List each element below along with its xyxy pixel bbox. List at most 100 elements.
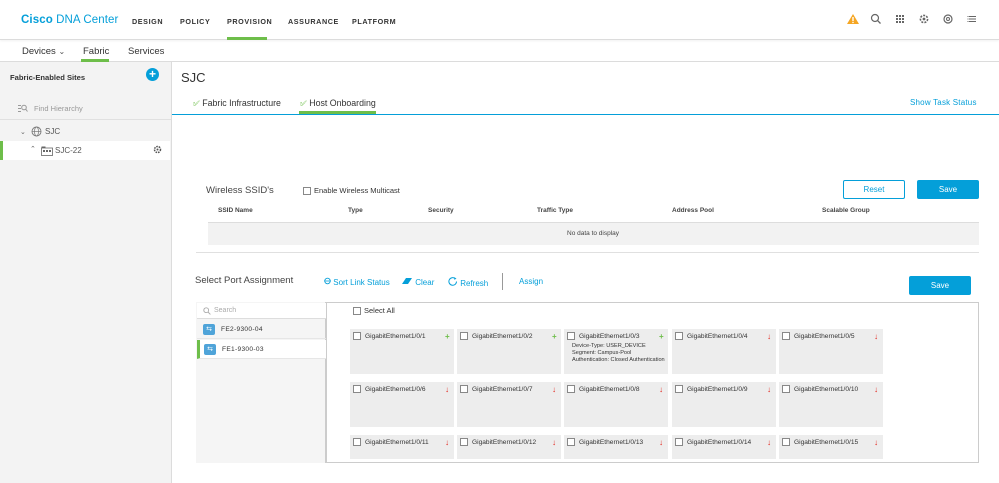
interface-name: GigabitEthernet1/0/13 bbox=[579, 439, 644, 446]
interface-checkbox[interactable] bbox=[353, 385, 361, 393]
link-down-icon: ↓ bbox=[874, 332, 878, 341]
interface-checkbox[interactable] bbox=[782, 438, 790, 446]
tree-item-sjc-22[interactable]: ⌃ SJC-22 bbox=[0, 141, 170, 160]
refresh-button[interactable]: Refresh bbox=[448, 277, 488, 288]
menu-list-icon[interactable] bbox=[966, 13, 978, 25]
building-icon bbox=[41, 146, 53, 158]
port-save-button[interactable]: Save bbox=[909, 276, 971, 295]
hierarchy-search-icon bbox=[18, 104, 28, 114]
interface-card[interactable]: GigabitEthernet1/0/9 ↓ bbox=[672, 382, 776, 427]
interface-card[interactable]: GigabitEthernet1/0/13 ↓ bbox=[564, 435, 668, 459]
link-down-icon: ↓ bbox=[874, 385, 878, 394]
empty-table-message: No data to display bbox=[567, 230, 620, 237]
sidebar-title: Fabric-Enabled Sites bbox=[10, 73, 86, 82]
gear-icon[interactable] bbox=[153, 145, 162, 156]
device-item-fe2-9300-04[interactable]: ⇆ FE2-9300-04 bbox=[197, 320, 326, 339]
interface-checkbox[interactable] bbox=[460, 438, 468, 446]
tab-host-onboarding[interactable]: ✅︎ Host Onboarding bbox=[300, 98, 376, 109]
interface-checkbox[interactable] bbox=[567, 332, 575, 340]
apps-grid-icon[interactable] bbox=[894, 13, 906, 25]
enable-wireless-multicast-label: Enable Wireless Multicast bbox=[314, 186, 400, 195]
interface-checkbox[interactable] bbox=[675, 332, 683, 340]
segment-text: Segment: Campus-Pool bbox=[572, 350, 632, 356]
link-down-icon: ↓ bbox=[659, 385, 663, 394]
interface-card[interactable]: GigabitEthernet1/0/1 + bbox=[350, 329, 454, 374]
subnav-devices[interactable]: Devices ⌄ bbox=[22, 46, 65, 57]
cisco-dna-center-logo[interactable]: Cisco DNA Center bbox=[21, 14, 118, 26]
eraser-icon bbox=[401, 278, 415, 287]
interface-checkbox[interactable] bbox=[675, 438, 683, 446]
interface-name: GigabitEthernet1/0/8 bbox=[579, 386, 640, 393]
nav-platform[interactable]: PLATFORM bbox=[352, 17, 396, 26]
interface-card[interactable]: GigabitEthernet1/0/5 ↓ bbox=[779, 329, 883, 374]
interface-checkbox[interactable] bbox=[567, 385, 575, 393]
interface-name: GigabitEthernet1/0/2 bbox=[472, 333, 533, 340]
device-search-input[interactable]: Search bbox=[197, 303, 326, 319]
show-task-status-link[interactable]: Show Task Status bbox=[910, 98, 977, 107]
search-icon[interactable] bbox=[870, 13, 882, 25]
column-header-type[interactable]: Type bbox=[348, 207, 363, 214]
link-up-icon: + bbox=[659, 332, 664, 341]
interface-name: GigabitEthernet1/0/3 bbox=[579, 333, 640, 340]
switch-icon: ⇆ bbox=[203, 324, 215, 335]
interface-card[interactable]: GigabitEthernet1/0/12 ↓ bbox=[457, 435, 561, 459]
interface-card[interactable]: GigabitEthernet1/0/6 ↓ bbox=[350, 382, 454, 427]
nav-assurance[interactable]: ASSURANCE bbox=[288, 17, 339, 26]
interface-card[interactable]: GigabitEthernet1/0/7 ↓ bbox=[457, 382, 561, 427]
interface-checkbox[interactable] bbox=[567, 438, 575, 446]
column-header-security[interactable]: Security bbox=[428, 207, 454, 214]
select-all-checkbox[interactable] bbox=[353, 307, 361, 315]
interface-checkbox[interactable] bbox=[782, 385, 790, 393]
interface-checkbox[interactable] bbox=[353, 332, 361, 340]
nav-provision[interactable]: PROVISION bbox=[227, 17, 272, 26]
column-header-traffic-type[interactable]: Traffic Type bbox=[537, 207, 573, 214]
reset-button[interactable]: Reset bbox=[843, 180, 905, 199]
search-icon bbox=[203, 307, 211, 317]
assign-button[interactable]: Assign bbox=[519, 277, 543, 286]
chevron-down-icon[interactable]: ⌄ bbox=[20, 128, 26, 136]
interface-card[interactable]: GigabitEthernet1/0/15 ↓ bbox=[779, 435, 883, 459]
interface-checkbox[interactable] bbox=[460, 385, 468, 393]
enable-wireless-multicast-checkbox[interactable] bbox=[303, 187, 311, 195]
column-header-ssid-name[interactable]: SSID Name bbox=[218, 207, 253, 214]
interface-name: GigabitEthernet1/0/7 bbox=[472, 386, 533, 393]
add-site-button[interactable]: + bbox=[146, 68, 159, 81]
nav-policy[interactable]: POLICY bbox=[180, 17, 210, 26]
nav-design[interactable]: DESIGN bbox=[132, 17, 163, 26]
chevron-up-icon[interactable]: ⌃ bbox=[30, 145, 36, 153]
hierarchy-search-input[interactable]: Find Hierarchy bbox=[34, 104, 83, 113]
link-down-icon: ↓ bbox=[445, 385, 449, 394]
interface-name: GigabitEthernet1/0/5 bbox=[794, 333, 855, 340]
interface-card[interactable]: GigabitEthernet1/0/11 ↓ bbox=[350, 435, 454, 459]
column-header-scalable-group[interactable]: Scalable Group bbox=[822, 207, 870, 214]
sort-link-status-button[interactable]: Sort Link Status bbox=[324, 277, 390, 287]
interface-checkbox[interactable] bbox=[782, 332, 790, 340]
interface-name: GigabitEthernet1/0/1 bbox=[365, 333, 426, 340]
interface-card[interactable]: GigabitEthernet1/0/14 ↓ bbox=[672, 435, 776, 459]
subnav-fabric[interactable]: Fabric bbox=[83, 46, 109, 57]
interface-card[interactable]: GigabitEthernet1/0/2 + bbox=[457, 329, 561, 374]
gear-icon[interactable] bbox=[918, 13, 930, 25]
interface-checkbox[interactable] bbox=[353, 438, 361, 446]
settings-cog-icon[interactable] bbox=[942, 13, 954, 25]
interface-card[interactable]: GigabitEthernet1/0/4 ↓ bbox=[672, 329, 776, 374]
interface-card[interactable]: GigabitEthernet1/0/10 ↓ bbox=[779, 382, 883, 427]
link-up-icon: + bbox=[552, 332, 557, 341]
device-item-fe1-9300-03[interactable]: ⇆ FE1-9300-03 bbox=[197, 340, 326, 359]
wireless-save-button[interactable]: Save bbox=[917, 180, 979, 199]
alert-triangle-icon[interactable] bbox=[846, 13, 859, 25]
interface-card[interactable]: GigabitEthernet1/0/8 ↓ bbox=[564, 382, 668, 427]
tree-item-sjc[interactable]: ⌄ SJC bbox=[0, 122, 171, 142]
link-down-icon: ↓ bbox=[874, 438, 878, 447]
clear-button[interactable]: Clear bbox=[401, 277, 434, 287]
link-down-icon: ↓ bbox=[767, 385, 771, 394]
device-name: FE1-9300-03 bbox=[222, 346, 264, 353]
interface-name: GigabitEthernet1/0/15 bbox=[794, 439, 859, 446]
interface-checkbox[interactable] bbox=[675, 385, 683, 393]
tab-fabric-infrastructure[interactable]: ✅︎ Fabric Infrastructure bbox=[193, 98, 281, 109]
interface-checkbox[interactable] bbox=[460, 332, 468, 340]
interface-card[interactable]: GigabitEthernet1/0/3 + Device-Type: USER… bbox=[564, 329, 668, 374]
column-header-address-pool[interactable]: Address Pool bbox=[672, 207, 714, 214]
subnav-services[interactable]: Services bbox=[128, 46, 164, 57]
link-down-icon: ↓ bbox=[659, 438, 663, 447]
